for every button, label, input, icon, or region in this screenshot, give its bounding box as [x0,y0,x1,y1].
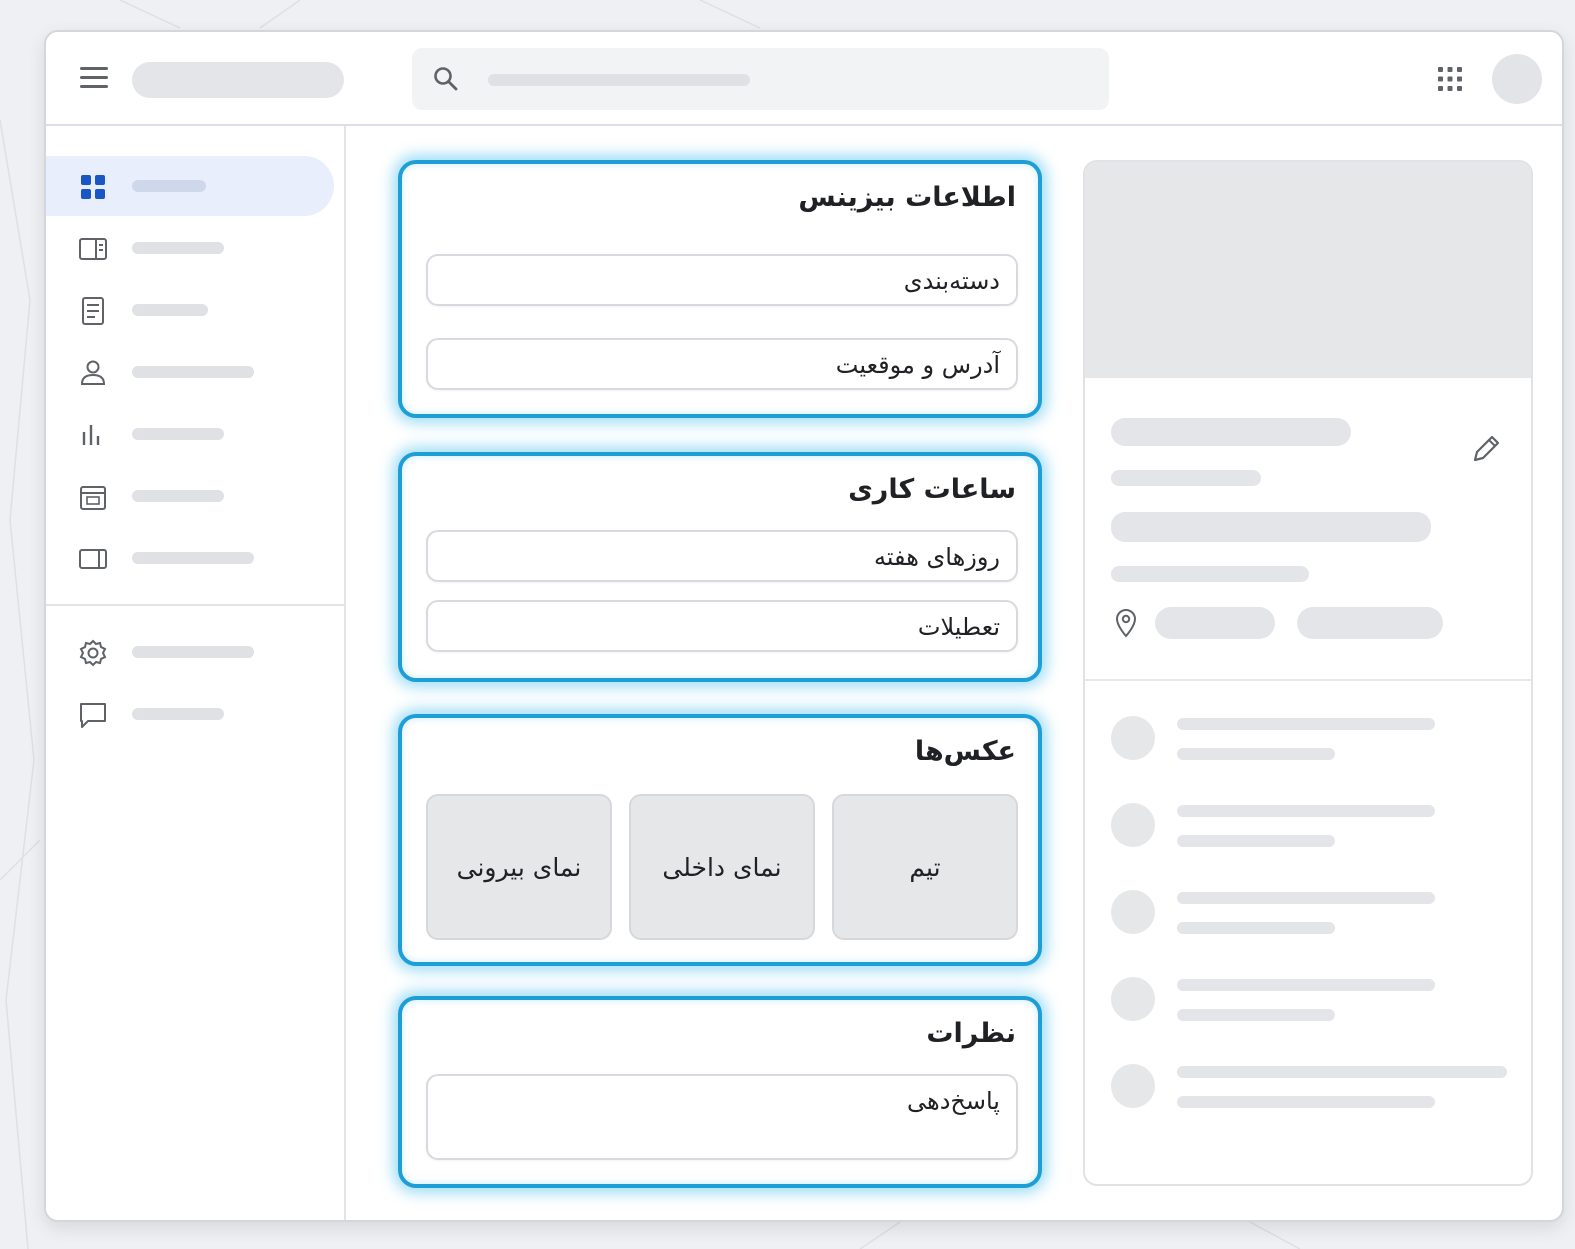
list-item-avatar [1111,716,1155,760]
business-detail-placeholder [1111,512,1431,542]
address-location-label: آدرس و موقعیت [835,351,1000,379]
holidays-label: تعطیلات [917,613,1000,641]
list-item-line [1177,922,1335,934]
user-avatar[interactable] [1492,54,1542,104]
sidebar-item-dashboard[interactable] [46,156,334,216]
category-field[interactable]: دسته‌بندی [426,254,1018,306]
sidebar-item-messages[interactable] [46,684,334,744]
list-item-line [1177,805,1435,817]
profile-panel [1083,160,1533,1186]
weekdays-field[interactable]: روزهای هفته [426,530,1018,582]
sidebar-divider [46,604,346,606]
dashboard-icon [81,175,105,199]
list-item-line [1177,1009,1335,1021]
business-info-card: اطلاعات بیزینس دسته‌بندی آدرس و موقعیت [398,160,1042,418]
sidebar-item-label-placeholder [132,180,206,192]
top-bar [46,32,1562,126]
address-location-field[interactable]: آدرس و موقعیت [426,338,1018,390]
card-icon [79,549,107,569]
location-chip-placeholder [1155,607,1275,639]
list-item-avatar [1111,890,1155,934]
sidebar-item-settings[interactable] [46,622,334,682]
sidebar-item-cards[interactable] [46,528,334,588]
sidebar-item-label-placeholder [132,708,224,720]
list-item-line [1177,892,1435,904]
photo-tile-interior[interactable]: نمای داخلی [629,794,815,940]
photo-tile-team-label: تیم [909,852,941,882]
pencil-icon[interactable] [1467,432,1503,468]
layout-icon [79,238,107,260]
list-item-line [1177,1096,1435,1108]
reply-label: پاسخ‌دهی [907,1087,1000,1115]
list-item-line [1177,979,1435,991]
apps-grid-icon[interactable] [1436,65,1464,93]
sidebar-item-documents[interactable] [46,280,334,340]
sidebar-item-users[interactable] [46,342,334,402]
business-info-title: اطلاعات بیزینس [798,182,1016,213]
calendar-icon [80,486,106,510]
sidebar-item-label-placeholder [132,304,208,316]
sidebar-item-label-placeholder [132,646,254,658]
sidebar-item-label-placeholder [132,242,224,254]
location-chip-placeholder [1297,607,1443,639]
search-placeholder-bar [488,74,750,86]
business-meta-placeholder [1111,566,1309,582]
settings-icon [79,639,107,667]
app-window: اطلاعات بیزینس دسته‌بندی آدرس و موقعیت س… [44,30,1564,1222]
list-item-line [1177,1066,1507,1078]
sidebar [46,126,346,1220]
list-item-line [1177,835,1335,847]
app-title-placeholder [132,62,344,98]
sidebar-item-calendar[interactable] [46,466,334,526]
reply-field[interactable]: پاسخ‌دهی [426,1074,1018,1160]
search-icon [434,67,458,91]
photo-tile-exterior[interactable]: نمای بیرونی [426,794,612,940]
photo-tile-interior-label: نمای داخلی [662,852,782,882]
user-icon [80,360,106,385]
working-hours-card: ساعات کاری روزهای هفته تعطیلات [398,452,1042,682]
photos-card: عکس‌ها تیم نمای داخلی نمای بیرونی [398,714,1042,966]
sidebar-item-label-placeholder [132,366,254,378]
list-item-avatar [1111,977,1155,1021]
document-icon [82,297,104,325]
holidays-field[interactable]: تعطیلات [426,600,1018,652]
weekdays-label: روزهای هفته [873,543,1000,571]
photos-title: عکس‌ها [914,736,1016,767]
business-subtitle-placeholder [1111,470,1261,486]
photo-tile-exterior-label: نمای بیرونی [456,852,582,882]
photo-tile-team[interactable]: تیم [832,794,1018,940]
reviews-card: نظرات پاسخ‌دهی [398,996,1042,1188]
hamburger-menu-icon[interactable] [80,67,108,89]
reviews-title: نظرات [926,1018,1016,1049]
sidebar-item-label-placeholder [132,552,254,564]
search-input[interactable] [412,48,1109,110]
sidebar-item-analytics[interactable] [46,404,334,464]
location-pin-icon [1115,609,1137,638]
business-name-placeholder [1111,418,1351,446]
list-item-line [1177,748,1335,760]
profile-divider [1085,679,1531,681]
category-label: دسته‌بندی [903,267,1000,295]
sidebar-item-layout[interactable] [46,218,334,278]
sidebar-item-label-placeholder [132,490,224,502]
chat-icon [80,703,106,728]
working-hours-title: ساعات کاری [848,474,1016,505]
list-item-avatar [1111,1064,1155,1108]
bar-chart-icon [82,425,100,445]
list-item-line [1177,718,1435,730]
sidebar-item-label-placeholder [132,428,224,440]
list-item-avatar [1111,803,1155,847]
cover-photo-placeholder [1085,162,1531,378]
